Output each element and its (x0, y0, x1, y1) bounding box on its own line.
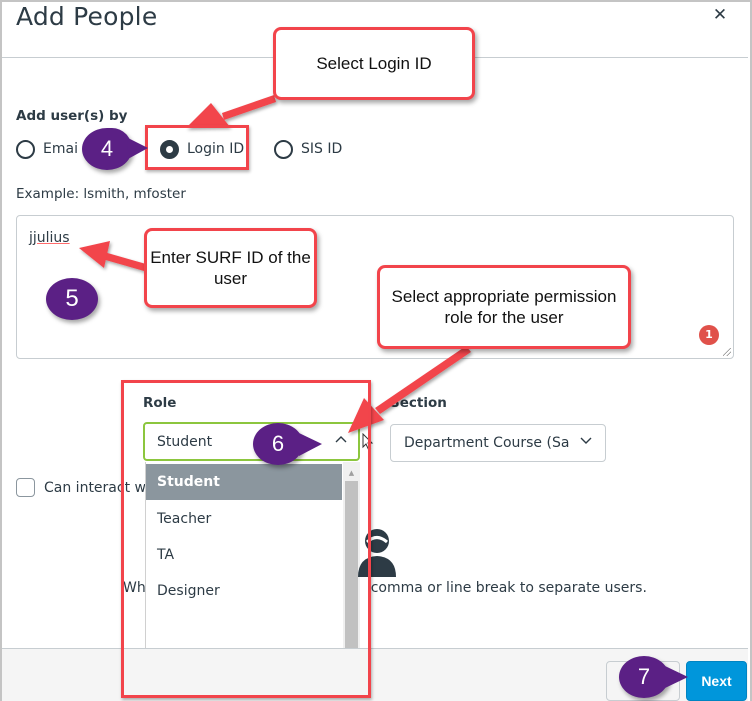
user-count-badge: 1 (699, 325, 719, 345)
radio-sis-label: SIS ID (301, 141, 343, 157)
step-6-badge: 6 (253, 423, 303, 465)
callout-select-login-id: Select Login ID (273, 27, 475, 100)
section-select[interactable]: Department Course (Sa (390, 424, 606, 462)
step-7-badge: 7 (619, 656, 669, 698)
add-users-by-label: Add user(s) by (16, 108, 128, 124)
step-4-badge: 4 (82, 128, 132, 170)
callout-enter-surf-id: Enter SURF ID of the user (144, 228, 317, 308)
example-hint: Example: lsmith, mfoster (16, 186, 186, 202)
textarea-value: jjulius (29, 230, 70, 246)
callout-select-role: Select appropriate permission role for t… (377, 265, 631, 349)
next-button[interactable]: Next (686, 661, 747, 701)
close-icon[interactable]: ✕ (710, 5, 730, 25)
radio-email-label: Emai (43, 141, 78, 157)
radio-circle-icon[interactable] (274, 139, 293, 159)
modal-title: Add People (16, 2, 158, 31)
highlight-role-dropdown (121, 380, 371, 698)
step-5-badge: 5 (46, 278, 98, 320)
section-select-value: Department Course (Sa (404, 435, 570, 451)
radio-circle-icon[interactable] (16, 139, 35, 159)
highlight-login-id (145, 125, 249, 170)
interact-checkbox[interactable] (16, 478, 35, 497)
chevron-down-icon (579, 433, 593, 451)
empty-text-suffix: comma or line break to separate users. (370, 580, 647, 596)
section-label: Section (390, 395, 447, 411)
radio-sis-id[interactable]: SIS ID (274, 139, 343, 159)
resize-handle-icon[interactable] (723, 348, 731, 356)
